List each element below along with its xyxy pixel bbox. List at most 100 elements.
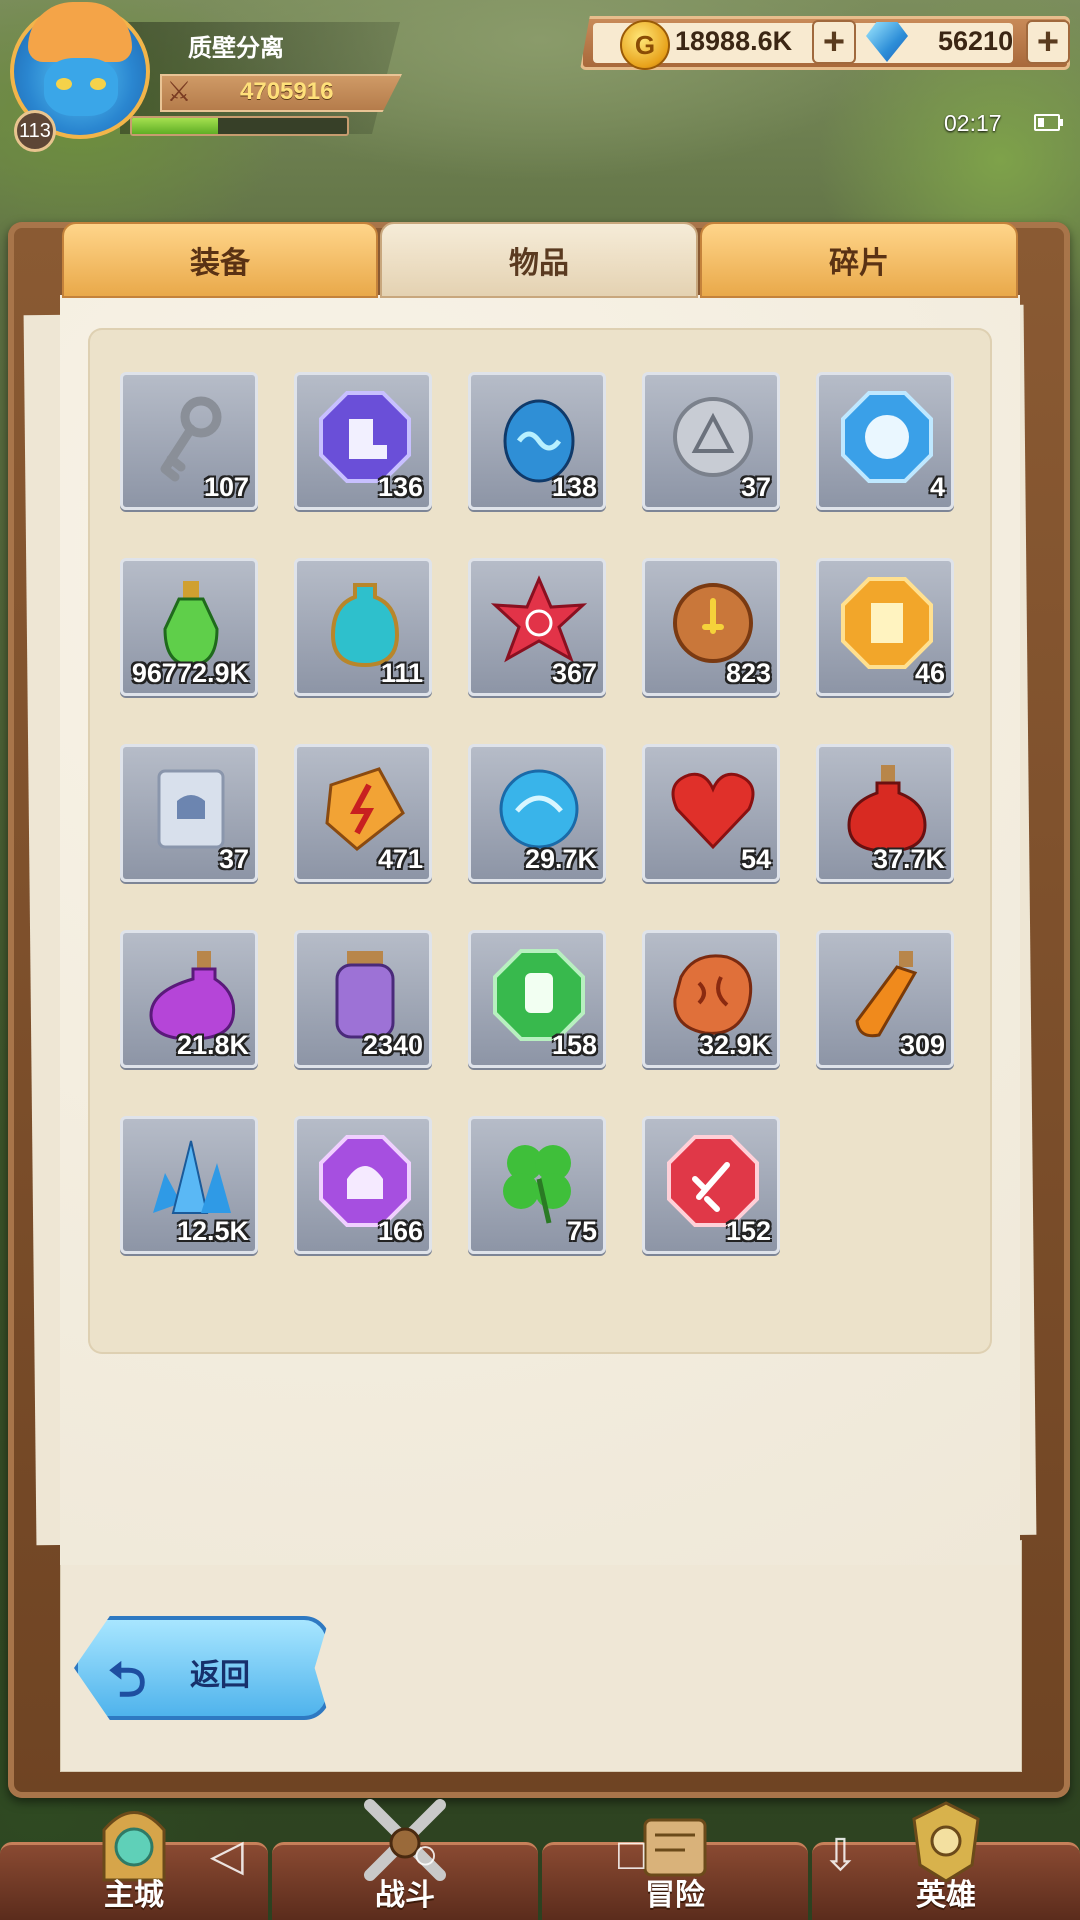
tab-equipment[interactable]: 装备 <box>62 222 378 298</box>
item-count: 46 <box>914 658 945 688</box>
inventory-slot[interactable]: 37 <box>120 744 258 882</box>
item-count: 12.5K <box>176 1216 249 1246</box>
item-count: 136 <box>377 472 423 502</box>
red-potion-icon <box>847 765 927 853</box>
blue-crystal-icon <box>153 1140 231 1214</box>
inventory-slot[interactable]: 75 <box>468 1116 606 1254</box>
inventory-slot[interactable]: 166 <box>294 1116 432 1254</box>
inventory-slot[interactable]: 32.9K <box>642 930 780 1068</box>
red-star-icon <box>491 575 587 663</box>
glove-gem-icon <box>493 949 585 1041</box>
heart-icon <box>671 772 755 850</box>
item-count: 37 <box>218 844 249 874</box>
scroll-icon <box>157 769 225 849</box>
inventory-slot[interactable]: 138 <box>468 372 606 510</box>
sword-gem-icon <box>667 1135 759 1227</box>
inventory-slot[interactable]: 21.8K <box>120 930 258 1068</box>
inventory-slot[interactable]: 471 <box>294 744 432 882</box>
inventory-slot[interactable]: 29.7K <box>468 744 606 882</box>
player-level-badge: 113 <box>14 110 56 152</box>
system-back-icon[interactable]: ◁ <box>210 1830 244 1881</box>
bronze-coin-icon <box>673 583 753 663</box>
item-count: 367 <box>551 658 597 688</box>
item-count: 75 <box>566 1216 597 1246</box>
key-icon <box>160 396 222 482</box>
inventory-slot[interactable]: 12.5K <box>120 1116 258 1254</box>
item-count: 37.7K <box>872 844 945 874</box>
gold-amount: 18988.6K <box>675 26 793 56</box>
gold-coin-icon: G <box>620 20 670 70</box>
status-clock: 02:17 <box>944 110 1002 136</box>
xp-bar-fill <box>132 118 218 134</box>
battery-icon <box>1034 114 1063 131</box>
xp-bar <box>130 116 349 136</box>
item-count: 138 <box>551 472 597 502</box>
item-count: 2340 <box>362 1030 423 1060</box>
nav-label-adventure: 冒险 <box>645 1879 705 1912</box>
tab-items[interactable]: 物品 <box>380 222 698 298</box>
system-recents-icon[interactable]: □ <box>618 1830 645 1880</box>
diamond-amount: 56210 <box>938 26 1014 56</box>
blue-egg-icon <box>503 399 575 483</box>
inventory-slot[interactable]: 136 <box>294 372 432 510</box>
inventory-slot[interactable]: 4 <box>816 372 954 510</box>
return-arrow-icon: ⮌ <box>108 1654 147 1707</box>
inventory-slot[interactable]: 96772.9K <box>120 558 258 696</box>
add-diamond-button[interactable]: + <box>1026 20 1070 64</box>
item-count: 4 <box>929 472 945 502</box>
purple-jar-icon <box>335 951 395 1039</box>
player-name: 质壁分离 <box>188 35 284 62</box>
teal-vase-icon <box>330 583 400 668</box>
nav-label-battle: 战斗 <box>375 1879 435 1912</box>
inventory-slot[interactable]: 823 <box>642 558 780 696</box>
item-count: 309 <box>899 1030 945 1060</box>
crossed-swords-power-icon: ⚔ <box>166 75 192 107</box>
helm-purple-gem-icon <box>319 1135 411 1227</box>
inventory-slot[interactable]: 54 <box>642 744 780 882</box>
nav-battle[interactable]: 战斗 <box>272 1799 538 1920</box>
combat-power-value: 4705916 <box>240 78 334 105</box>
silver-coin-icon <box>673 397 753 477</box>
purple-potion-icon <box>149 951 236 1041</box>
item-count: 107 <box>203 472 249 502</box>
item-count: 471 <box>377 844 423 874</box>
inventory-slot[interactable]: 367 <box>468 558 606 696</box>
avatar-eye-left <box>56 78 72 90</box>
system-hide-nav-icon[interactable]: ⇩ <box>822 1830 859 1881</box>
inventory-slot[interactable]: 37.7K <box>816 744 954 882</box>
item-count: 21.8K <box>176 1030 249 1060</box>
inventory-slot[interactable]: 309 <box>816 930 954 1068</box>
inventory-slot[interactable]: 107 <box>120 372 258 510</box>
rune-stone-icon <box>673 954 753 1035</box>
orange-vial-icon <box>855 951 918 1038</box>
inventory-slot[interactable]: 111 <box>294 558 432 696</box>
water-orb-icon <box>499 769 579 849</box>
inventory-slot[interactable]: 37 <box>642 372 780 510</box>
item-count: 152 <box>725 1216 771 1246</box>
avatar-face <box>44 58 118 116</box>
item-count: 158 <box>551 1030 597 1060</box>
item-count: 96772.9K <box>131 658 249 688</box>
system-home-icon[interactable]: ○ <box>412 1830 439 1880</box>
add-gold-button[interactable]: + <box>812 20 856 64</box>
item-count: 823 <box>725 658 771 688</box>
boots-gem-icon <box>319 391 411 483</box>
tab-fragments[interactable]: 碎片 <box>700 222 1018 298</box>
clover-icon <box>503 1145 571 1224</box>
green-potion-icon <box>163 581 219 667</box>
inventory-slot[interactable]: 158 <box>468 930 606 1068</box>
item-count: 166 <box>377 1216 423 1246</box>
inventory-slot[interactable]: 152 <box>642 1116 780 1254</box>
back-button-label: 返回 <box>190 1659 250 1692</box>
item-count: 29.7K <box>524 844 597 874</box>
item-count: 32.9K <box>698 1030 771 1060</box>
inventory-slot[interactable]: 2340 <box>294 930 432 1068</box>
inventory-slot[interactable]: 46 <box>816 558 954 696</box>
helmet-gem-icon <box>841 391 933 483</box>
item-count: 111 <box>380 658 423 688</box>
avatar-eye-right <box>90 78 106 90</box>
nav-adventure[interactable]: 冒险 <box>542 1818 808 1920</box>
item-count: 37 <box>740 472 771 502</box>
armor-gem-icon <box>841 577 933 669</box>
lightning-stone-icon <box>325 767 405 851</box>
